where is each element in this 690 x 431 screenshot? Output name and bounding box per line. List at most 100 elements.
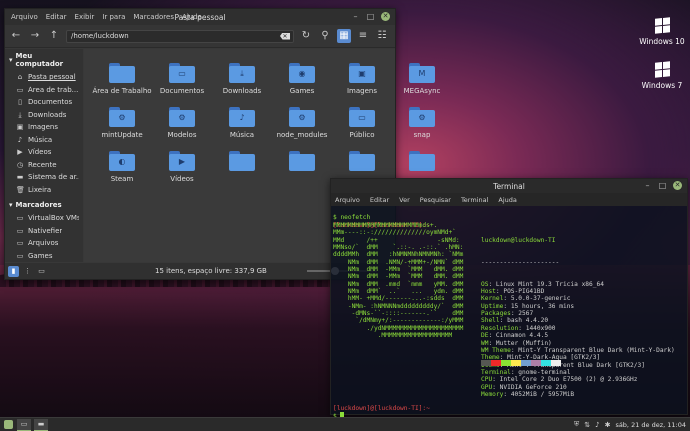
sidebar-item-pasta-pessoal[interactable]: ⌂ Pasta pessoal: [5, 71, 83, 84]
back-arrow-icon[interactable]: ←: [9, 29, 23, 43]
forward-arrow-icon[interactable]: →: [28, 29, 42, 43]
info-line: Host: POS-PIG41BD: [481, 288, 545, 296]
file-item[interactable]: ♪ Música: [212, 107, 272, 151]
minimize-button[interactable]: –: [351, 12, 360, 21]
folder-icon: ▶: [169, 151, 195, 171]
volume-icon[interactable]: ♪: [595, 421, 599, 429]
info-value: bash 4.4.20: [507, 317, 549, 325]
grid-view-icon[interactable]: ▦: [337, 29, 351, 43]
sidebar-header-bookmarks[interactable]: ▾ Marcadores: [5, 198, 83, 212]
show-tree-icon[interactable]: ⋮: [22, 266, 33, 277]
reload-icon[interactable]: ↻: [299, 29, 313, 43]
hide-sidebar-icon[interactable]: ▭: [36, 266, 47, 277]
info-value: 1440x900: [525, 324, 556, 332]
bluetooth-icon[interactable]: ✱: [605, 421, 611, 429]
sidebar-item-nativefier[interactable]: ▭ Nativefier: [5, 225, 83, 238]
file-item[interactable]: ▣ Imagens: [332, 63, 392, 107]
terminal-title-bar[interactable]: Terminal – □ ✕: [331, 179, 687, 193]
menu-ajuda[interactable]: Ajuda: [498, 196, 516, 204]
sidebar-item-musica[interactable]: ♪ Música: [5, 134, 83, 147]
command-line: $ neofetch: [333, 214, 371, 222]
taskbar-button-terminal[interactable]: ▬: [34, 418, 48, 431]
palette-swatch: [501, 360, 511, 366]
search-icon[interactable]: ⚲: [318, 29, 332, 43]
clock[interactable]: sáb, 21 de dez, 11:04: [615, 421, 686, 429]
file-name: snap: [413, 131, 431, 139]
menu-ir-para[interactable]: Ir para: [102, 13, 125, 21]
network-icon[interactable]: ⇅: [584, 421, 590, 429]
file-name: MEGAsync: [403, 87, 441, 95]
clear-icon[interactable]: ✕: [280, 32, 290, 40]
file-item[interactable]: Área de Trabalho: [92, 63, 152, 107]
menu-marcadores[interactable]: Marcadores: [133, 13, 174, 21]
info-line: GPU: NVIDIA GeForce 210: [481, 383, 567, 391]
file-name: mintUpdate: [101, 131, 143, 139]
sidebar-item-sistema-de-arquivos[interactable]: ▬ Sistema de ar...: [5, 171, 83, 184]
menu-ajuda[interactable]: Ajuda: [182, 13, 202, 21]
sidebar-item-downloads[interactable]: ⤓ Downloads: [5, 109, 83, 122]
sidebar-item-lixeira[interactable]: 🗑 Lixeira: [5, 184, 83, 197]
file-item[interactable]: ⚙ snap: [392, 107, 452, 151]
file-name: Imagens: [346, 87, 377, 95]
maximize-button[interactable]: □: [658, 181, 667, 190]
sidebar-item-area-de-trabalho[interactable]: ▭ Área de trab...: [5, 84, 83, 97]
file-item[interactable]: ⚙ mintUpdate: [92, 107, 152, 151]
close-button[interactable]: ✕: [381, 12, 390, 21]
info-line: DE: Cinnamon 4.4.5: [481, 332, 549, 340]
file-name: Games: [289, 87, 315, 95]
ascii-line: MMd /++ -sNMd:: [333, 236, 460, 244]
menu-arquivo[interactable]: Arquivo: [11, 13, 38, 21]
file-item[interactable]: ▶ Vídeos: [152, 151, 212, 195]
sidebar-item-recente[interactable]: ◷ Recente: [5, 159, 83, 172]
file-item[interactable]: ⤓ Downloads: [212, 63, 272, 107]
info-line: Kernel: 5.0.0-37-generic: [481, 295, 571, 303]
file-item[interactable]: ▭ Documentos: [152, 63, 212, 107]
file-item[interactable]: [212, 151, 272, 195]
taskbar-button-files[interactable]: ▭: [17, 418, 31, 431]
palette-swatch: [521, 360, 531, 366]
title-bar[interactable]: Arquivo Editar Exibir Ir para Marcadores…: [5, 9, 395, 25]
maximize-button[interactable]: □: [366, 12, 375, 21]
file-item[interactable]: ▭ Público: [332, 107, 392, 151]
menu-arquivo[interactable]: Arquivo: [335, 196, 360, 204]
terminal-output[interactable]: [luckdown]@[luckdown-TI]:~ $ neofetch MM…: [333, 207, 685, 420]
list-view-icon[interactable]: ≡: [356, 29, 370, 43]
up-arrow-icon[interactable]: ↑: [47, 29, 61, 43]
location-bar[interactable]: /home/luckdown ✕: [66, 29, 294, 43]
sidebar-item-imagens[interactable]: ▣ Imagens: [5, 121, 83, 134]
clock-icon: ◷: [16, 160, 24, 169]
sidebar-item-videos[interactable]: ▶ Vídeos: [5, 146, 83, 159]
file-item[interactable]: M MEGAsync: [392, 63, 452, 107]
sidebar-header-computer[interactable]: ▾ Meu computador: [5, 49, 83, 71]
menu-pesquisar[interactable]: Pesquisar: [420, 196, 451, 204]
menu-terminal[interactable]: Terminal: [461, 196, 488, 204]
file-item[interactable]: ◐ Steam: [92, 151, 152, 195]
file-item[interactable]: [272, 151, 332, 195]
menu-exibir[interactable]: Exibir: [75, 13, 95, 21]
sidebar-item-games[interactable]: ▭ Games: [5, 250, 83, 263]
ascii-line: NMm dMM` ..` ... ydm. dMM: [333, 288, 464, 296]
show-places-icon[interactable]: ▮: [8, 265, 19, 277]
sidebar-item-arquivos[interactable]: ▭ Arquivos: [5, 237, 83, 250]
menu-ver[interactable]: Ver: [399, 196, 410, 204]
palette-swatch: [531, 360, 541, 366]
info-value: 2567: [518, 310, 534, 318]
menu-launcher[interactable]: [3, 420, 14, 430]
file-item[interactable]: ⚙ node_modules: [272, 107, 332, 151]
file-item[interactable]: ⚙ Modelos: [152, 107, 212, 151]
minimize-button[interactable]: –: [643, 181, 652, 190]
palette-swatch: [481, 360, 491, 366]
file-name: Steam: [110, 175, 134, 183]
color-palette: [481, 360, 561, 366]
desktop-icon-windows10[interactable]: Windows 10: [632, 17, 690, 46]
file-item[interactable]: ◉ Games: [272, 63, 332, 107]
compact-view-icon[interactable]: ☷: [375, 29, 389, 43]
menu-editar[interactable]: Editar: [370, 196, 389, 204]
sidebar-item-virtualbox-vms[interactable]: ▭ VirtualBox VMs: [5, 212, 83, 225]
close-button[interactable]: ✕: [673, 181, 682, 190]
shield-icon[interactable]: ⛨: [574, 420, 579, 429]
menu-editar[interactable]: Editar: [46, 13, 67, 21]
sidebar-item-documentos[interactable]: ▯ Documentos: [5, 96, 83, 109]
desktop-icon-windows7[interactable]: Windows 7: [632, 61, 690, 90]
info-line: OS: Linux Mint 19.3 Tricia x86_64: [481, 280, 604, 288]
